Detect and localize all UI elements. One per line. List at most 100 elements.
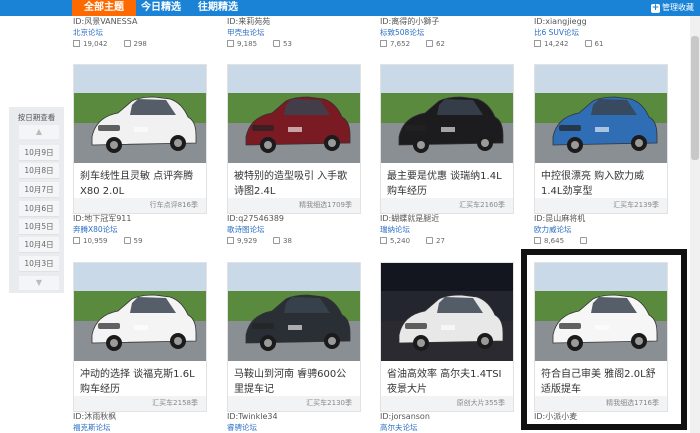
views-count: 9,185 [237, 40, 258, 48]
car-photo [535, 65, 667, 163]
forum-link[interactable]: 甲壳虫论坛 [227, 27, 361, 38]
author-id[interactable]: ID:Twinkle34 [227, 411, 361, 422]
article-tag: 原创大片355季 [381, 396, 513, 411]
forum-link[interactable]: 高尔夫论坛 [380, 422, 514, 433]
list-item[interactable]: ID:xiangjiegg 比6 SUV论坛 14,242 61 [534, 16, 668, 54]
author-id: ID:风景VANESSA [73, 17, 138, 26]
author-id[interactable]: ID:沐雨秋枫 [73, 411, 207, 422]
comments-count: 62 [436, 40, 445, 48]
views-icon [380, 40, 387, 47]
author-id[interactable]: ID:地下冠军911 [73, 213, 207, 224]
forum-link[interactable]: 比6 SUV论坛 [534, 27, 668, 38]
article-thumbnail[interactable] [74, 263, 206, 361]
article-card[interactable]: 最主要是优惠 谈瑞纳1.4L购车经历 汇买车2160季 [380, 64, 514, 214]
car-photo [535, 263, 667, 361]
article-title[interactable]: 马鞍山到河南 睿骋600公里提车记 [234, 367, 354, 397]
article-tag: 汇买车2160季 [381, 198, 513, 213]
author-id[interactable]: ID:昆山麻将机 [534, 213, 668, 224]
date-item[interactable]: 10月9日 [19, 145, 59, 161]
car-photo [74, 263, 206, 361]
author-id: ID:xiangjiegg [534, 17, 587, 26]
date-item[interactable]: 10月3日 [19, 256, 59, 272]
article-card[interactable]: 省油高效率 高尔夫1.4TSI夜景大片 原创大片355季 [380, 262, 514, 412]
forum-link[interactable]: 睿骋论坛 [227, 422, 361, 433]
article-title[interactable]: 最主要是优惠 谈瑞纳1.4L购车经历 [387, 169, 507, 199]
article-title[interactable]: 刹车线性且灵敏 点评奔腾X80 2.0L [80, 169, 200, 199]
article-thumbnail[interactable] [74, 65, 206, 163]
scroll-down-arrow-icon[interactable]: ▼ [19, 276, 59, 290]
stats: 9,185 53 [227, 38, 361, 50]
article-card[interactable]: 符合自己审美 雅阁2.0L舒适版提车 精我细选1716季 [534, 262, 668, 412]
comment-icon [426, 237, 434, 244]
date-item[interactable]: 10月4日 [19, 237, 59, 253]
author-id[interactable]: ID:蝴蝶就是腿近 [380, 213, 514, 224]
stats: 19,042 298 [73, 38, 207, 50]
article-title[interactable]: 符合自己审美 雅阁2.0L舒适版提车 [541, 367, 661, 397]
list-item[interactable]: ID:来莉苑苑 甲壳虫论坛 9,185 53 [227, 16, 361, 54]
article-card[interactable]: 被特别的造型吸引 入手歌诗图2.4L 精我细选1709季 [227, 64, 361, 214]
stats: 5,240 27 [380, 235, 514, 247]
article-meta: ID:小派小麦 [534, 411, 668, 433]
article-thumbnail[interactable] [535, 263, 667, 361]
forum-link[interactable]: 标致508论坛 [380, 27, 514, 38]
forum-link[interactable]: 瑞纳论坛 [380, 224, 514, 235]
comments-count: 38 [283, 237, 292, 245]
article-title[interactable]: 冲动的选择 谈福克斯1.6L购车经历 [80, 367, 200, 397]
forum-link[interactable]: 歌诗图论坛 [227, 224, 361, 235]
views-count: 14,242 [544, 40, 569, 48]
forum-link[interactable]: 北京论坛 [73, 27, 207, 38]
date-sidebar-title: 按日期查看 [17, 113, 56, 122]
manage-favorites-label: 管理收藏 [662, 3, 694, 12]
article-title[interactable]: 被特别的造型吸引 入手歌诗图2.4L [234, 169, 354, 199]
article-tag: 汇买车2139季 [535, 198, 667, 213]
article-title[interactable]: 中控很漂亮 购入欧力威1.4L劲享型 [541, 169, 661, 199]
forum-link[interactable] [534, 422, 668, 433]
scroll-up-arrow-icon[interactable]: ▲ [19, 125, 59, 139]
article-thumbnail[interactable] [228, 65, 360, 163]
tab-all-topics[interactable]: 全部主题 [72, 0, 136, 16]
article-card[interactable]: 冲动的选择 谈福克斯1.6L购车经历 汇买车2158季 [73, 262, 207, 412]
date-item[interactable]: 10月7日 [19, 182, 59, 198]
forum-link[interactable]: 欧力威论坛 [534, 224, 668, 235]
car-photo [381, 263, 513, 361]
article-tag: 精我细选1716季 [535, 396, 667, 411]
article-title[interactable]: 省油高效率 高尔夫1.4TSI夜景大片 [387, 367, 507, 397]
views-icon [227, 40, 234, 47]
views-icon [380, 237, 387, 244]
views-icon [534, 237, 541, 244]
car-photo [381, 65, 513, 163]
tab-today-picks[interactable]: 今日精选 [136, 0, 186, 16]
author-id: ID:来莉苑苑 [227, 17, 271, 26]
stats: 8,645 [534, 235, 668, 247]
list-item[interactable]: ID:离得的小獅子 标致508论坛 7,652 62 [380, 16, 514, 54]
article-tag: 精我细选1709季 [228, 198, 360, 213]
article-card[interactable]: 马鞍山到河南 睿骋600公里提车记 汇买车2130季 [227, 262, 361, 412]
article-card[interactable]: 中控很漂亮 购入欧力威1.4L劲享型 汇买车2139季 [534, 64, 668, 214]
article-meta: ID:沐雨秋枫 福克斯论坛 [73, 411, 207, 433]
forum-link[interactable]: 福克斯论坛 [73, 422, 207, 433]
manage-favorites-button[interactable]: + 管理收藏 [651, 2, 694, 14]
views-icon [227, 237, 234, 244]
list-item[interactable]: ID:风景VANESSA 北京论坛 19,042 298 [73, 16, 207, 54]
comments-count: 53 [283, 40, 292, 48]
article-thumbnail[interactable] [535, 65, 667, 163]
article-tag: 汇买车2158季 [74, 396, 206, 411]
article-card[interactable]: 刹车线性且灵敏 点评奔腾X80 2.0L 行车点评816季 [73, 64, 207, 214]
article-thumbnail[interactable] [381, 263, 513, 361]
article-meta: ID:q27546389 歌诗图论坛 9,929 38 [227, 213, 361, 247]
author-id[interactable]: ID:小派小麦 [534, 411, 668, 422]
article-thumbnail[interactable] [381, 65, 513, 163]
date-item[interactable]: 10月5日 [19, 219, 59, 235]
author-id[interactable]: ID:q27546389 [227, 213, 361, 224]
article-meta: ID:昆山麻将机 欧力威论坛 8,645 [534, 213, 668, 247]
tab-past-picks[interactable]: 往期精选 [186, 0, 250, 16]
scrollbar-thumb[interactable] [691, 36, 699, 160]
comments-count: 61 [594, 40, 604, 48]
author-id[interactable]: ID:jorsanson [380, 411, 514, 422]
date-item[interactable]: 10月6日 [19, 201, 59, 217]
stats: 14,242 61 [534, 38, 668, 50]
date-item[interactable]: 10月8日 [19, 163, 59, 179]
article-thumbnail[interactable] [228, 263, 360, 361]
author-id: ID:离得的小獅子 [380, 17, 440, 26]
forum-link[interactable]: 奔腾X80论坛 [73, 224, 207, 235]
